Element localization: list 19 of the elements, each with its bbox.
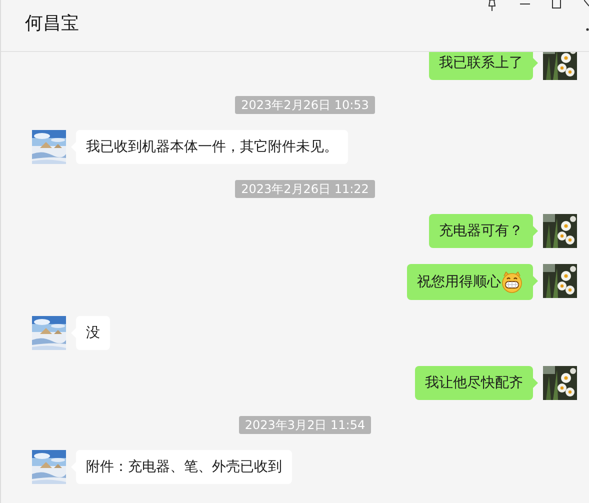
- message-bubble: 充电器可有？: [429, 214, 533, 248]
- bubble-tail: [533, 58, 538, 68]
- bubble-tail: [533, 276, 538, 286]
- more-icon[interactable]: [586, 28, 589, 31]
- message-bubble: 祝您用得顺心: [407, 264, 533, 300]
- bubble-tail: [533, 226, 538, 236]
- maximize-icon[interactable]: [552, 0, 561, 9]
- timestamp: 2023年2月26日 11:22: [235, 180, 375, 198]
- timestamp: 2023年2月26日 10:53: [235, 96, 375, 114]
- message-bubble: 我已联系上了: [429, 52, 533, 80]
- close-icon[interactable]: [584, 0, 589, 8]
- timestamp: 2023年3月2日 11:54: [238, 416, 372, 434]
- message-bubble: 我已收到机器本体一件，其它附件未见。: [76, 130, 348, 164]
- message-bubble: 我让他尽快配齐: [415, 366, 533, 400]
- message-bubble: 附件：充电器、笔、外壳已收到: [76, 450, 292, 484]
- message-bubble: 没: [76, 316, 110, 350]
- window-title: 何昌宝: [25, 12, 79, 36]
- bubble-tail: [533, 378, 538, 388]
- pin-icon[interactable]: [486, 0, 498, 11]
